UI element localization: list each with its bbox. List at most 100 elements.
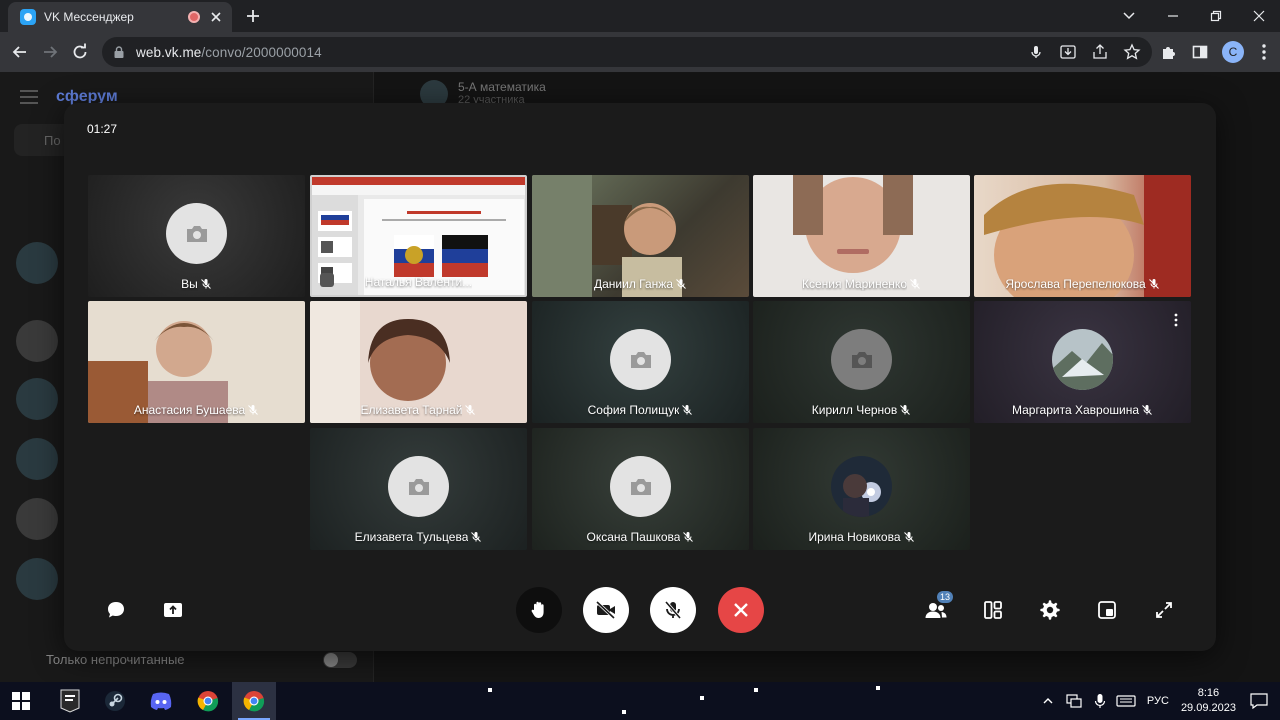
- picture-in-picture-button[interactable]: [1094, 597, 1120, 623]
- restore-icon: [1210, 10, 1221, 22]
- keyboard-icon[interactable]: [1115, 690, 1137, 712]
- lock-icon[interactable]: [112, 45, 126, 59]
- participant-tile[interactable]: Вы: [88, 175, 305, 297]
- vk-favicon-icon: [20, 9, 36, 25]
- wallpaper-sparkle: [488, 688, 492, 692]
- participant-tile[interactable]: Оксана Пашкова: [532, 428, 749, 550]
- microphone-icon[interactable]: [1026, 42, 1046, 62]
- chat-avatar[interactable]: [16, 558, 58, 600]
- chat-title: 5-А математика: [458, 80, 546, 94]
- chat-avatar[interactable]: [16, 438, 58, 480]
- camera-placeholder-icon: [610, 456, 671, 517]
- chat-avatar[interactable]: [16, 498, 58, 540]
- windows-start-icon[interactable]: [12, 692, 30, 710]
- profile-avatar[interactable]: C: [1222, 41, 1244, 63]
- participant-name: Наталья Валенти...: [364, 275, 473, 289]
- chat-avatar[interactable]: [16, 378, 58, 420]
- notifications-icon[interactable]: [1248, 690, 1270, 712]
- participant-avatar: [1052, 329, 1113, 390]
- forward-arrow-icon[interactable]: [40, 42, 60, 62]
- layout-button[interactable]: [980, 597, 1006, 623]
- tab-title: VK Мессенджер: [44, 10, 134, 24]
- participant-tile[interactable]: Ирина Новикова: [753, 428, 970, 550]
- end-call-button[interactable]: [718, 587, 764, 633]
- tile-more-options-icon[interactable]: [1173, 313, 1179, 327]
- back-arrow-icon[interactable]: [10, 42, 30, 62]
- chrome-active-window-icon[interactable]: [232, 682, 276, 720]
- participant-tile[interactable]: Елизавета Тульцева: [310, 428, 527, 550]
- clock[interactable]: 8:16 29.09.2023: [1181, 686, 1236, 716]
- settings-button[interactable]: [1037, 597, 1063, 623]
- camera-placeholder-icon: [166, 203, 227, 264]
- participant-tile-screen-share[interactable]: Наталья Валенти...: [310, 175, 527, 297]
- system-tray: РУС 8:16 29.09.2023: [1035, 682, 1280, 720]
- unread-only-toggle[interactable]: [323, 652, 357, 668]
- participant-name: Маргарита Хаврошина: [974, 403, 1191, 417]
- browser-toolbar: web.vk.me/convo/2000000014 C: [0, 32, 1280, 72]
- clock-time: 8:16: [1197, 687, 1220, 699]
- chat-avatar[interactable]: [16, 320, 58, 362]
- tray-overflow-chevron-icon[interactable]: [1037, 690, 1059, 712]
- mic-off-icon: [1148, 279, 1159, 289]
- participant-tile[interactable]: Маргарита Хаврошина: [974, 301, 1191, 423]
- microphone-tray-icon[interactable]: [1089, 690, 1111, 712]
- browser-tab[interactable]: VK Мессенджер: [8, 2, 232, 32]
- toggle-mic-button[interactable]: [650, 587, 696, 633]
- video-off-icon: [595, 600, 616, 620]
- mic-off-icon: [664, 600, 682, 620]
- unread-only-label: Только непрочитанные: [46, 652, 185, 667]
- participant-tile[interactable]: Даниил Ганжа: [532, 175, 749, 297]
- bookmark-star-icon[interactable]: [1122, 42, 1142, 62]
- raise-hand-icon: [531, 601, 544, 618]
- participant-tile[interactable]: Ксения Мариненко: [753, 175, 970, 297]
- pip-icon: [1098, 601, 1116, 619]
- menu-burger-icon[interactable]: [20, 90, 38, 104]
- new-tab-icon[interactable]: [244, 7, 262, 25]
- close-window-button[interactable]: [1237, 0, 1280, 32]
- participant-name: Вы: [88, 277, 305, 291]
- reload-icon[interactable]: [70, 42, 90, 62]
- wallpaper-sparkle: [622, 710, 626, 714]
- restore-button[interactable]: [1194, 0, 1237, 32]
- mic-off-icon: [910, 279, 920, 289]
- camera-placeholder-icon: [610, 329, 671, 390]
- minimize-button[interactable]: [1151, 0, 1194, 32]
- address-bar[interactable]: web.vk.me/convo/2000000014: [102, 37, 1152, 67]
- fullscreen-button[interactable]: [1151, 597, 1177, 623]
- participant-tile[interactable]: Кирилл Чернов: [753, 301, 970, 423]
- camera-placeholder-icon: [388, 456, 449, 517]
- discord-icon[interactable]: [146, 686, 176, 716]
- participant-name: Ксения Мариненко: [753, 277, 970, 291]
- fullscreen-icon: [1156, 602, 1172, 618]
- toggle-video-button[interactable]: [583, 587, 629, 633]
- tab-close-icon[interactable]: [208, 9, 224, 25]
- participant-name: Елизавета Тульцева: [310, 530, 527, 544]
- recording-indicator-icon: [188, 11, 200, 23]
- clock-date: 29.09.2023: [1180, 702, 1236, 714]
- participant-tile[interactable]: София Полищук: [532, 301, 749, 423]
- side-panel-icon[interactable]: [1190, 42, 1210, 62]
- install-app-icon[interactable]: [1058, 42, 1078, 62]
- chat-avatar[interactable]: [16, 242, 58, 284]
- chrome-icon[interactable]: [193, 686, 223, 716]
- share-page-icon[interactable]: [1090, 42, 1110, 62]
- network-icon[interactable]: [1063, 690, 1085, 712]
- browser-tabbar: VK Мессенджер: [0, 0, 1280, 32]
- participant-tile[interactable]: Елизавета Тарнай: [310, 301, 527, 423]
- participant-tile[interactable]: Анастасия Бушаева: [88, 301, 305, 423]
- participant-tile[interactable]: Ярослава Перепелюкова: [974, 175, 1191, 297]
- language-indicator[interactable]: РУС: [1147, 695, 1169, 707]
- participant-name: Ярослава Перепелюкова: [974, 277, 1191, 291]
- mic-off-icon: [465, 405, 476, 415]
- share-screen-button[interactable]: [160, 597, 186, 623]
- steam-icon[interactable]: [100, 686, 130, 716]
- epic-games-icon[interactable]: [55, 686, 85, 716]
- browser-menu-icon[interactable]: [1256, 42, 1272, 62]
- window-controls: [1151, 0, 1280, 32]
- extensions-puzzle-icon[interactable]: [1158, 42, 1178, 62]
- participants-button[interactable]: 13: [923, 591, 953, 623]
- tab-search-chevron-icon[interactable]: [1120, 6, 1138, 24]
- chat-button[interactable]: [103, 597, 129, 623]
- raise-hand-button[interactable]: [516, 587, 562, 633]
- participant-name: Ирина Новикова: [753, 530, 970, 544]
